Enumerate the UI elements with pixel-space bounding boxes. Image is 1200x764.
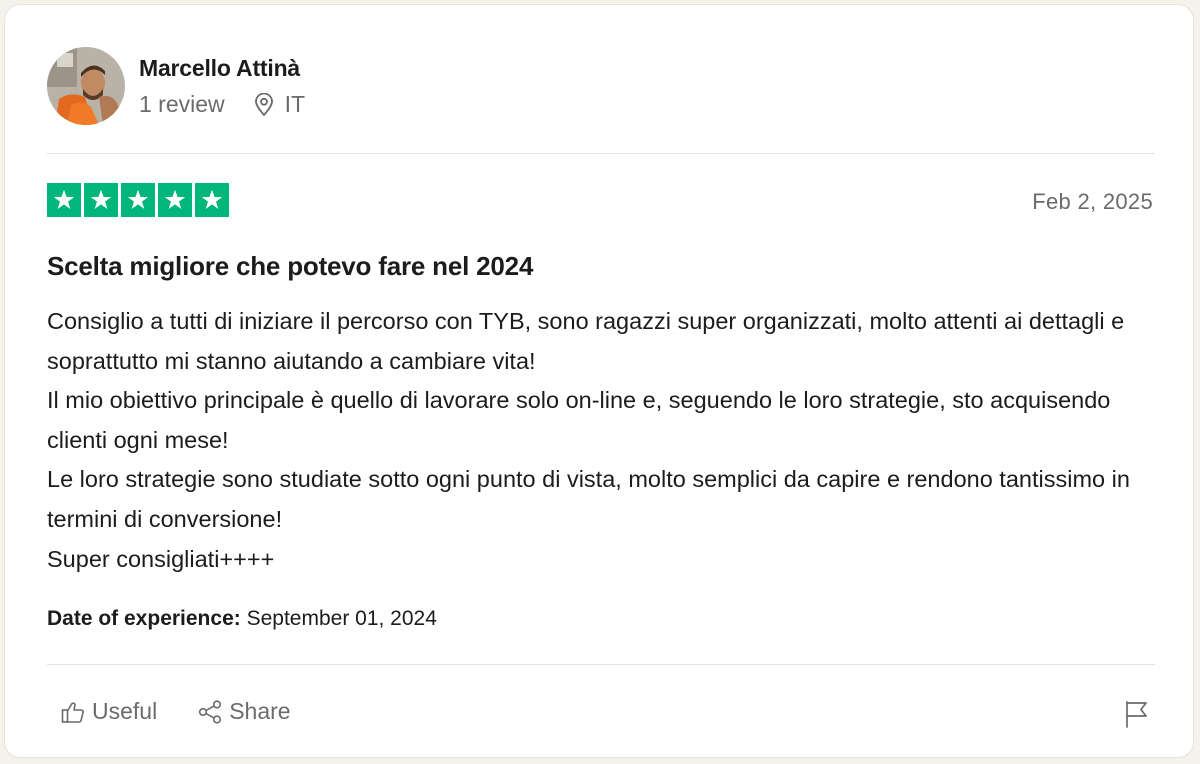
reviewer-meta: 1 review IT (139, 91, 305, 118)
star-icon (121, 183, 155, 217)
share-icon (197, 699, 223, 725)
date-of-experience: Date of experience: September 01, 2024 (47, 607, 437, 631)
flag-icon[interactable] (1123, 699, 1151, 729)
star-rating (47, 183, 229, 217)
experience-label: Date of experience: (47, 607, 241, 630)
share-label: Share (229, 698, 291, 724)
footer-divider (47, 664, 1155, 665)
review-card: Marcello Attinà 1 review IT Feb 2, 2025 … (4, 4, 1194, 758)
star-icon (47, 183, 81, 217)
reviewer-country: IT (284, 91, 306, 117)
star-icon (84, 183, 118, 217)
review-body: Consiglio a tutti di iniziare il percors… (47, 302, 1155, 579)
header-divider (47, 153, 1155, 154)
review-paragraph: Le loro strategie sono studiate sotto og… (47, 466, 1130, 532)
useful-label: Useful (92, 698, 158, 724)
star-icon (158, 183, 192, 217)
review-paragraph: Super consigliati++++ (47, 545, 275, 572)
experience-date: September 01, 2024 (246, 607, 437, 630)
thumbs-up-icon (60, 699, 86, 725)
review-count: 1 review (139, 91, 225, 117)
star-icon (195, 183, 229, 217)
review-title[interactable]: Scelta migliore che potevo fare nel 2024 (47, 251, 533, 282)
useful-button[interactable]: Useful (60, 698, 157, 725)
reviewer-name[interactable]: Marcello Attinà (139, 55, 300, 82)
location-pin-icon (253, 92, 275, 117)
review-paragraph: Il mio obiettivo principale è quello di … (47, 387, 1111, 453)
share-button[interactable]: Share (197, 698, 291, 725)
review-paragraph: Consiglio a tutti di iniziare il percors… (47, 308, 1125, 374)
review-actions: Useful Share (60, 698, 291, 725)
avatar[interactable] (47, 47, 125, 125)
review-date: Feb 2, 2025 (1032, 189, 1153, 214)
